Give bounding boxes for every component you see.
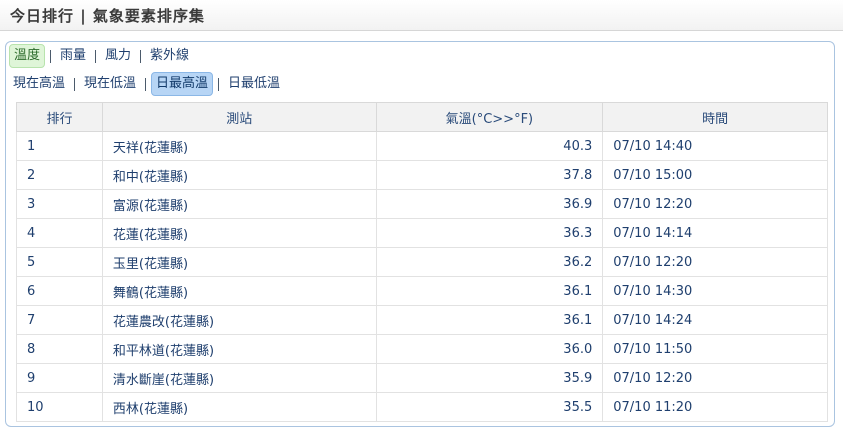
tab-separator — [95, 49, 97, 63]
time-cell: 07/10 14:30 — [602, 276, 828, 306]
rank-cell: 6 — [16, 276, 103, 306]
station-cell: 天祥(花蓮縣) — [101, 131, 377, 161]
station-cell: 西林(花蓮縣) — [101, 392, 377, 422]
table-row: 7 花蓮農改(花蓮縣) 36.1 07/10 14:24 — [16, 305, 828, 335]
time-cell: 07/10 15:00 — [602, 160, 828, 190]
table-row: 10 西林(花蓮縣) 35.5 07/10 11:20 — [16, 392, 828, 422]
station-cell: 和中(花蓮縣) — [101, 160, 377, 190]
ranking-panel: 溫度 雨量 風力 紫外線 現在高溫 現在低溫 日最高溫 日最低溫 排行 測站 氣… — [5, 41, 835, 427]
time-cell: 07/10 14:40 — [602, 131, 828, 161]
rank-cell: 9 — [16, 363, 103, 393]
station-cell: 清水斷崖(花蓮縣) — [101, 363, 377, 393]
station-cell: 和平林道(花蓮縣) — [101, 334, 377, 364]
header-temperature[interactable]: 氣溫(°C>>°F) — [375, 102, 604, 132]
tab-separator — [50, 49, 52, 63]
table-row: 9 清水斷崖(花蓮縣) 35.9 07/10 12:20 — [16, 363, 828, 393]
station-cell: 富源(花蓮縣) — [101, 189, 377, 219]
temperature-subtabs: 現在高溫 現在低溫 日最高溫 日最低溫 — [9, 72, 284, 96]
rank-cell: 2 — [16, 160, 103, 190]
tab-wind[interactable]: 風力 — [101, 45, 135, 67]
table-row: 5 玉里(花蓮縣) 36.2 07/10 12:20 — [16, 247, 828, 277]
ranking-table: 排行 測站 氣溫(°C>>°F) 時間 1 天祥(花蓮縣) 40.3 07/10 14… — [16, 102, 828, 422]
title-bar: 今日排行 | 氣象要素排序集 — [0, 0, 843, 31]
temperature-cell: 35.9 — [375, 363, 604, 393]
table-row: 1 天祥(花蓮縣) 40.3 07/10 14:40 — [16, 131, 828, 161]
tab-separator — [218, 77, 220, 91]
tab-current-low[interactable]: 現在低溫 — [80, 73, 140, 95]
temperature-cell: 36.0 — [375, 334, 604, 364]
temperature-cell: 40.3 — [375, 131, 604, 161]
time-cell: 07/10 11:50 — [602, 334, 828, 364]
time-cell: 07/10 11:20 — [602, 392, 828, 422]
table-row: 4 花蓮(花蓮縣) 36.3 07/10 14:14 — [16, 218, 828, 248]
tab-daily-high[interactable]: 日最高溫 — [151, 72, 214, 96]
table-header-row: 排行 測站 氣溫(°C>>°F) 時間 — [16, 102, 828, 132]
station-cell: 舞鶴(花蓮縣) — [101, 276, 377, 306]
time-cell: 07/10 14:14 — [602, 218, 828, 248]
station-cell: 玉里(花蓮縣) — [101, 247, 377, 277]
header-rank: 排行 — [16, 102, 103, 132]
tab-temperature[interactable]: 溫度 — [9, 44, 46, 68]
page-title: 今日排行 | 氣象要素排序集 — [10, 7, 205, 25]
tab-separator — [145, 77, 147, 91]
temperature-cell: 35.5 — [375, 392, 604, 422]
time-cell: 07/10 14:24 — [602, 305, 828, 335]
station-cell: 花蓮(花蓮縣) — [101, 218, 377, 248]
tab-separator — [140, 49, 142, 63]
table-row: 6 舞鶴(花蓮縣) 36.1 07/10 14:30 — [16, 276, 828, 306]
rank-cell: 10 — [16, 392, 103, 422]
rank-cell: 4 — [16, 218, 103, 248]
tab-separator — [74, 77, 76, 91]
header-station: 測站 — [101, 102, 377, 132]
rank-cell: 5 — [16, 247, 103, 277]
temperature-cell: 36.3 — [375, 218, 604, 248]
temperature-cell: 36.9 — [375, 189, 604, 219]
temperature-cell: 36.1 — [375, 305, 604, 335]
temperature-cell: 36.2 — [375, 247, 604, 277]
table-body: 1 天祥(花蓮縣) 40.3 07/10 14:40 2 和中(花蓮縣) 37.8 07/10… — [16, 131, 828, 422]
rank-cell: 3 — [16, 189, 103, 219]
station-cell: 花蓮農改(花蓮縣) — [101, 305, 377, 335]
table-row: 2 和中(花蓮縣) 37.8 07/10 15:00 — [16, 160, 828, 190]
table-row: 8 和平林道(花蓮縣) 36.0 07/10 11:50 — [16, 334, 828, 364]
time-cell: 07/10 12:20 — [602, 363, 828, 393]
rank-cell: 1 — [16, 131, 103, 161]
rank-cell: 8 — [16, 334, 103, 364]
tab-rainfall[interactable]: 雨量 — [56, 45, 90, 67]
table-row: 3 富源(花蓮縣) 36.9 07/10 12:20 — [16, 189, 828, 219]
tab-uv[interactable]: 紫外線 — [146, 45, 193, 67]
time-cell: 07/10 12:20 — [602, 189, 828, 219]
element-tabs: 溫度 雨量 風力 紫外線 — [9, 44, 193, 68]
tab-current-high[interactable]: 現在高溫 — [9, 73, 69, 95]
header-time: 時間 — [602, 102, 828, 132]
temperature-cell: 36.1 — [375, 276, 604, 306]
rank-cell: 7 — [16, 305, 103, 335]
tab-daily-low[interactable]: 日最低溫 — [224, 73, 284, 95]
temperature-cell: 37.8 — [375, 160, 604, 190]
time-cell: 07/10 12:20 — [602, 247, 828, 277]
